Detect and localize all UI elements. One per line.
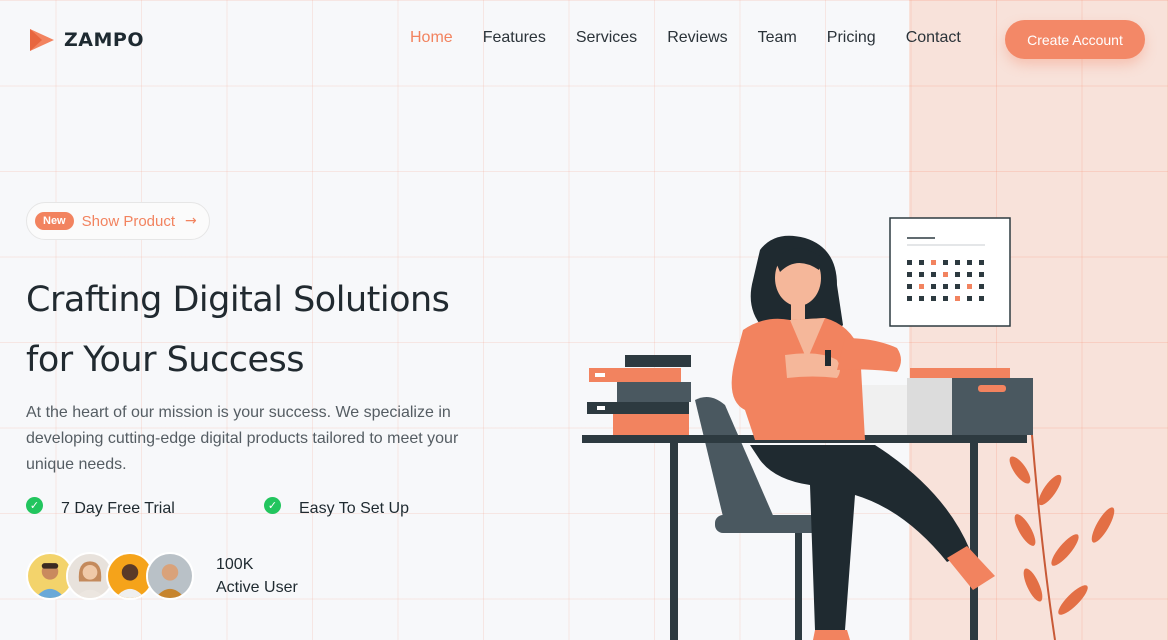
nav-pricing[interactable]: Pricing (827, 29, 876, 47)
file-box (860, 368, 1033, 435)
play-arrow-logo-icon (30, 29, 54, 51)
nav-services[interactable]: Services (576, 29, 637, 47)
check-circle-icon: ✓ (26, 496, 43, 514)
feature-label: Easy To Set Up (299, 500, 409, 517)
feature-label: 7 Day Free Trial (61, 500, 175, 517)
feature-list: ✓ 7 Day Free Trial ✓ Easy To Set Up (26, 496, 506, 518)
hero-title-line2: for Your Success (26, 340, 304, 380)
hero-title-line1: Crafting Digital Solutions (26, 280, 450, 320)
new-badge: New (35, 212, 74, 230)
feature-item: ✓ 7 Day Free Trial (26, 496, 264, 518)
feature-item: ✓ Easy To Set Up (264, 496, 409, 518)
user-count-value: 100K (216, 556, 254, 573)
show-product-link: Show Product (81, 212, 176, 230)
book-stack (587, 355, 691, 435)
brand-name: ZAMPO (64, 29, 144, 51)
arrow-right-icon: → (185, 213, 197, 229)
nav-reviews[interactable]: Reviews (667, 29, 727, 47)
create-account-button[interactable]: Create Account (1005, 20, 1145, 59)
nav-contact[interactable]: Contact (906, 29, 961, 47)
hero-illustration (582, 217, 1115, 640)
user-count: 100K Active User (216, 553, 298, 599)
avatar (146, 552, 194, 600)
nav-team[interactable]: Team (758, 29, 797, 47)
show-product-pill[interactable]: New Show Product → (26, 202, 210, 240)
nav-features[interactable]: Features (483, 29, 546, 47)
main-nav: Home Features Services Reviews Team Pric… (410, 29, 991, 47)
active-users: 100K Active User (26, 552, 506, 600)
hero-section: New Show Product → Crafting Digital Solu… (26, 202, 506, 600)
logo[interactable]: ZAMPO (28, 26, 144, 54)
check-circle-icon: ✓ (264, 496, 281, 514)
avatar-group (26, 552, 194, 600)
user-count-label: Active User (216, 579, 298, 596)
calendar-graphic (889, 217, 1011, 327)
site-header: ZAMPO Home Features Services Reviews Tea… (0, 0, 1168, 80)
nav-home[interactable]: Home (410, 29, 453, 47)
hero-title: Crafting Digital Solutions for Your Succ… (26, 270, 506, 390)
hero-description: At the heart of our mission is your succ… (26, 404, 459, 473)
